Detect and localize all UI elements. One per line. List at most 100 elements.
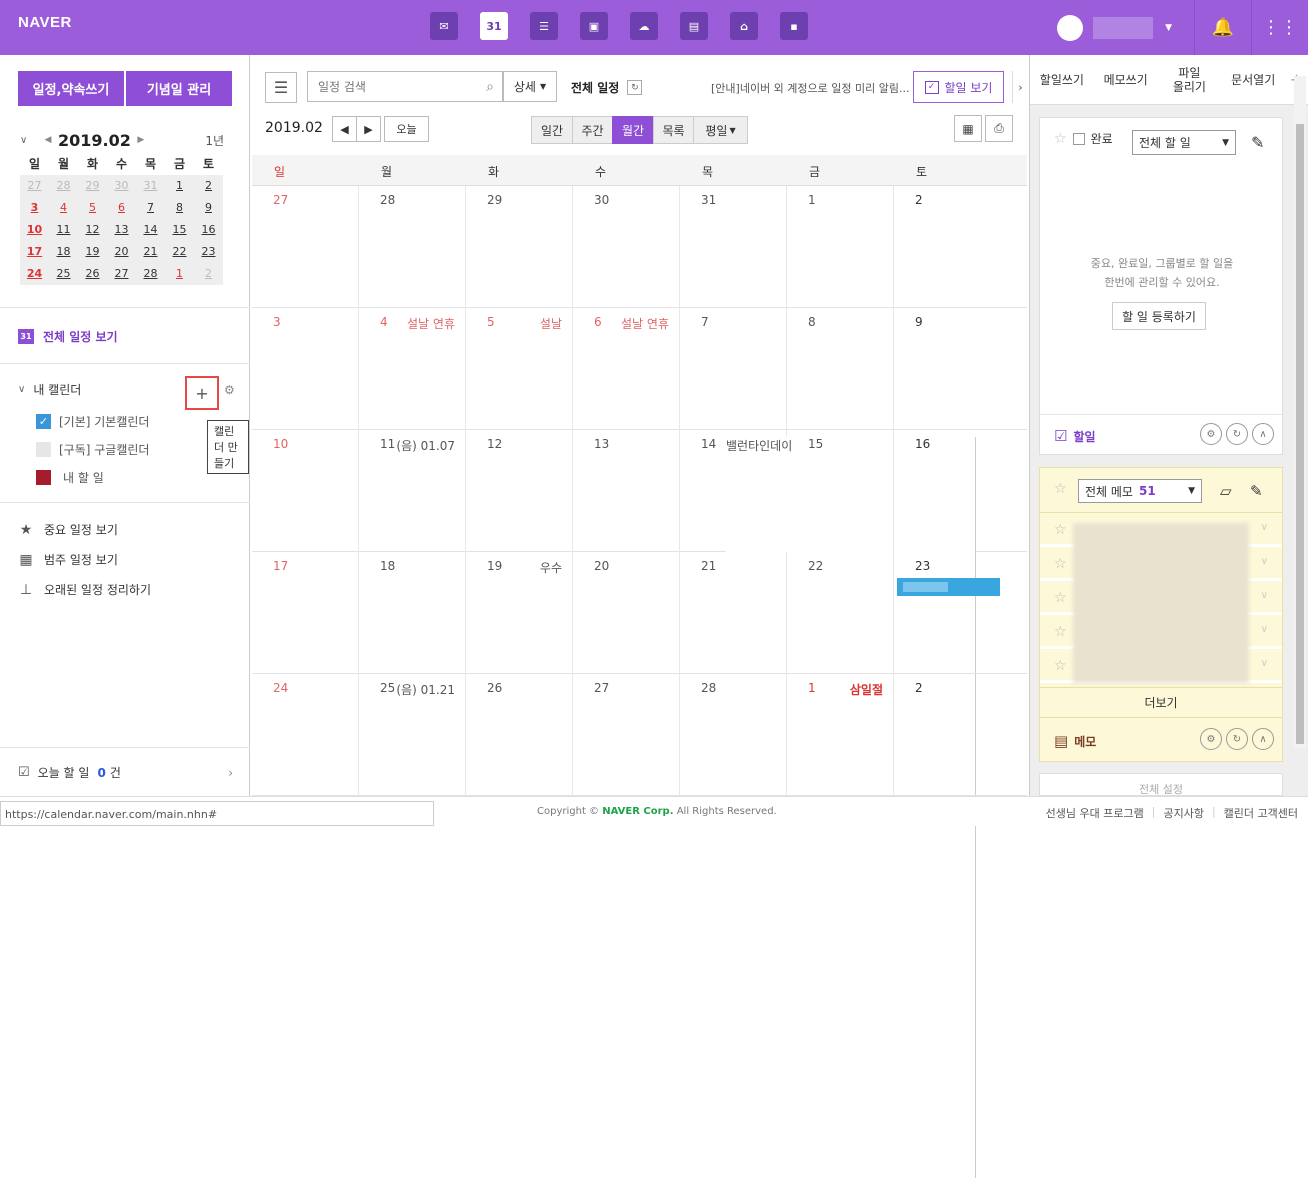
copyright-brand[interactable]: NAVER Corp.	[602, 806, 673, 817]
chevron-down-icon[interactable]: ∨	[1261, 522, 1268, 533]
day-number[interactable]: 24	[273, 681, 288, 695]
day-number[interactable]: 4	[380, 315, 388, 329]
day-number[interactable]: 1	[808, 193, 816, 207]
edit-icon[interactable]: ✎	[1250, 482, 1263, 500]
next-month-button[interactable]: ▶	[356, 116, 381, 142]
refresh-icon[interactable]: ↻	[627, 80, 643, 95]
memo-icon[interactable]: ▤	[680, 12, 708, 40]
chevron-down-icon[interactable]: ∨	[20, 135, 38, 146]
mini-day-cell[interactable]: 2	[194, 263, 223, 285]
hamburger-menu-icon[interactable]: ☰	[265, 72, 297, 103]
day-number[interactable]: 27	[594, 681, 609, 695]
day-number[interactable]: 16	[915, 437, 930, 451]
mini-day-cell[interactable]: 27	[20, 175, 49, 197]
more-app-icon[interactable]: ▪	[780, 12, 808, 40]
calculator-icon[interactable]: ▦	[954, 115, 982, 142]
calendar-day-cell[interactable]: 6 설날 연휴	[573, 308, 680, 430]
calendar-day-cell[interactable]: 8	[787, 308, 894, 430]
day-number[interactable]: 30	[594, 193, 609, 207]
star-icon[interactable]: ☆	[1054, 624, 1067, 640]
calendar-day-cell[interactable]: 7	[680, 308, 787, 430]
tab-write-todo[interactable]: 할일쓰기	[1030, 55, 1094, 104]
mini-day-cell[interactable]: 23	[194, 241, 223, 263]
add-calendar-button[interactable]: +	[185, 376, 219, 410]
gear-icon[interactable]: ⚙	[224, 383, 235, 397]
footer-link[interactable]: 공지사항	[1163, 805, 1203, 821]
memo-footer-label[interactable]: ▤ 메모	[1054, 732, 1096, 750]
day-number[interactable]: 8	[808, 315, 816, 329]
avatar[interactable]	[1057, 14, 1084, 41]
todo-footer-label[interactable]: ☑ 할일	[1054, 427, 1096, 445]
mini-day-cell[interactable]: 13	[107, 219, 136, 241]
mini-day-cell[interactable]: 30	[107, 175, 136, 197]
calendar-day-cell[interactable]: 21	[680, 552, 787, 674]
anniversary-button[interactable]: 기념일 관리	[126, 71, 232, 106]
footer-link[interactable]: 선생님 우대 프로그램	[1046, 805, 1144, 821]
mini-day-cell[interactable]: 15	[165, 219, 194, 241]
star-icon[interactable]: ☆	[1054, 481, 1067, 497]
chevron-down-icon[interactable]: ∨	[1261, 556, 1268, 567]
calendar-day-cell[interactable]: 1 삼일절	[787, 674, 894, 796]
mini-day-cell[interactable]: 2	[194, 175, 223, 197]
search-icon[interactable]: ⌕	[486, 79, 494, 95]
refresh-icon[interactable]: ↻	[1226, 423, 1248, 445]
day-number[interactable]: 11	[380, 437, 395, 451]
day-number[interactable]: 26	[487, 681, 502, 695]
day-number[interactable]: 9	[915, 315, 923, 329]
print-icon[interactable]: ⎙	[985, 115, 1013, 142]
todo-view-button[interactable]: ✓ 할일 보기	[913, 71, 1004, 103]
calendar-day-cell[interactable]: 2	[894, 674, 1001, 796]
day-number[interactable]: 15	[808, 437, 823, 451]
scrollbar-thumb[interactable]	[1296, 124, 1304, 744]
mini-day-cell[interactable]: 18	[49, 241, 78, 263]
mini-day-cell[interactable]: 29	[78, 175, 107, 197]
day-number[interactable]: 20	[594, 559, 609, 573]
apps-grid-icon[interactable]: ⋮⋮	[1252, 0, 1308, 55]
search-input[interactable]	[308, 72, 468, 101]
day-number[interactable]: 2	[915, 681, 923, 695]
collapse-icon[interactable]: ∧	[1252, 728, 1274, 750]
important-schedule-link[interactable]: ★ 중요 일정 보기	[18, 521, 118, 538]
day-number[interactable]: 5	[487, 315, 495, 329]
color-swatch[interactable]	[36, 470, 51, 485]
calendar-day-cell[interactable]: 28	[680, 674, 787, 796]
day-number[interactable]: 10	[273, 437, 288, 451]
contacts-icon[interactable]: ▣	[580, 12, 608, 40]
day-number[interactable]: 12	[487, 437, 502, 451]
prev-month-button[interactable]: ◀	[332, 116, 357, 142]
total-settings-button[interactable]: 전체 설정	[1039, 773, 1283, 796]
mini-day-cell[interactable]: 11	[49, 219, 78, 241]
brand-logo[interactable]: NAVER 캘린더	[18, 14, 74, 142]
edit-icon[interactable]: ✎	[1251, 133, 1264, 152]
day-number[interactable]: 17	[273, 559, 288, 573]
more-memo-button[interactable]: 더보기	[1040, 687, 1282, 718]
star-icon[interactable]: ☆	[1054, 590, 1067, 606]
checkbox-checked-icon[interactable]: ✓	[36, 414, 51, 429]
today-todo-link[interactable]: ☑ 오늘 할 일 0 건 ›	[18, 764, 233, 781]
panel-toggle-icon[interactable]: ›	[1012, 71, 1028, 103]
calendar-day-cell[interactable]: 18	[359, 552, 466, 674]
tab-weekday-dropdown[interactable]: 평일 ▼	[693, 116, 748, 144]
day-number[interactable]: 27	[273, 193, 288, 207]
mini-day-cell[interactable]: 1	[165, 263, 194, 285]
calendar-item-default[interactable]: ✓ [기본] 기본캘린더	[36, 413, 149, 430]
mini-day-cell[interactable]: 21	[136, 241, 165, 263]
calendar-item-google[interactable]: [구독] 구글캘린더	[36, 441, 149, 458]
calendar-day-cell[interactable]: 23	[894, 552, 1001, 674]
mini-day-cell[interactable]: 4	[49, 197, 78, 219]
all-schedule-link[interactable]: 31 전체 일정 보기	[18, 328, 118, 345]
settings-icon[interactable]: ⚙	[1200, 728, 1222, 750]
tab-day[interactable]: 일간	[531, 116, 573, 144]
chevron-down-icon[interactable]: ∨	[1261, 590, 1268, 601]
calendar-day-cell[interactable]: 31	[680, 186, 787, 308]
home-icon[interactable]: ⌂	[730, 12, 758, 40]
old-schedule-cleanup-link[interactable]: ⊥ 오래된 일정 정리하기	[18, 581, 151, 598]
day-number[interactable]: 31	[701, 193, 716, 207]
todo-filter-select[interactable]: 전체 할 일 ▼	[1132, 130, 1236, 155]
day-number[interactable]: 13	[594, 437, 609, 451]
mini-day-cell[interactable]: 3	[20, 197, 49, 219]
calendar-day-cell[interactable]: 17	[252, 552, 359, 674]
calendar-day-cell[interactable]: 12	[466, 430, 573, 552]
mail-icon[interactable]: ✉	[430, 12, 458, 40]
star-icon[interactable]: ☆	[1054, 131, 1067, 147]
